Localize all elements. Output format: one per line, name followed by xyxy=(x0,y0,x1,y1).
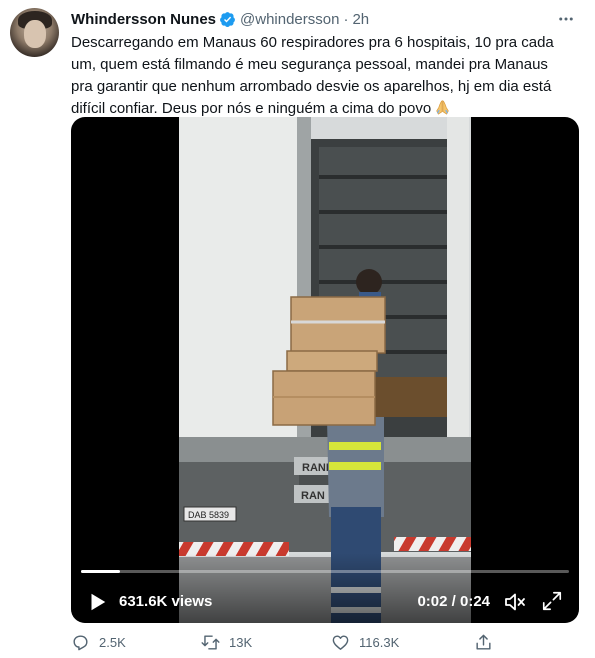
folded-hands-emoji-icon xyxy=(436,100,449,115)
more-options-button[interactable] xyxy=(553,9,579,29)
video-player[interactable]: RAND RAN DAB 5839 631.6K views 0:02 / 0:… xyxy=(71,117,579,623)
video-scene-image: RAND RAN DAB 5839 xyxy=(179,117,471,623)
tweet-text: Descarregando em Manaus 60 respiradores … xyxy=(71,32,581,120)
view-count: 631.6K views xyxy=(119,593,213,610)
avatar[interactable] xyxy=(10,8,59,57)
like-button[interactable]: 116.3K xyxy=(331,630,399,654)
like-count: 116.3K xyxy=(359,634,400,650)
author-name[interactable]: Whindersson Nunes xyxy=(71,11,216,28)
separator-dot: · xyxy=(343,10,349,28)
author-handle[interactable]: @whindersson xyxy=(240,11,339,28)
tweet-body: Descarregando em Manaus 60 respiradores … xyxy=(71,34,554,117)
tweet-header: Whindersson Nunes @whindersson · 2h xyxy=(71,9,583,29)
video-frame: RAND RAN DAB 5839 xyxy=(179,117,471,623)
verified-badge-icon xyxy=(220,11,235,27)
fullscreen-icon[interactable] xyxy=(541,590,563,612)
video-progress-fill xyxy=(81,570,121,573)
more-icon xyxy=(559,17,573,21)
reply-button[interactable]: 2.5K xyxy=(71,630,126,654)
share-button[interactable] xyxy=(474,630,502,654)
action-bar: 2.5K 13K 116.3K xyxy=(71,630,571,654)
video-progress-bar[interactable] xyxy=(81,570,569,573)
reply-icon xyxy=(73,634,88,650)
reply-count: 2.5K xyxy=(99,634,126,650)
heart-icon xyxy=(332,634,349,650)
play-icon[interactable] xyxy=(86,591,108,613)
retweet-button[interactable]: 13K xyxy=(201,630,252,654)
license-plate: DAB 5839 xyxy=(188,510,229,520)
retweet-icon xyxy=(201,634,220,650)
volume-muted-icon[interactable] xyxy=(503,590,527,614)
video-time: 0:02 / 0:24 xyxy=(417,593,490,610)
retweet-count: 13K xyxy=(229,634,253,650)
truck-badge-bottom: RAN xyxy=(301,490,325,502)
timestamp[interactable]: 2h xyxy=(352,11,369,28)
share-icon xyxy=(476,634,491,650)
